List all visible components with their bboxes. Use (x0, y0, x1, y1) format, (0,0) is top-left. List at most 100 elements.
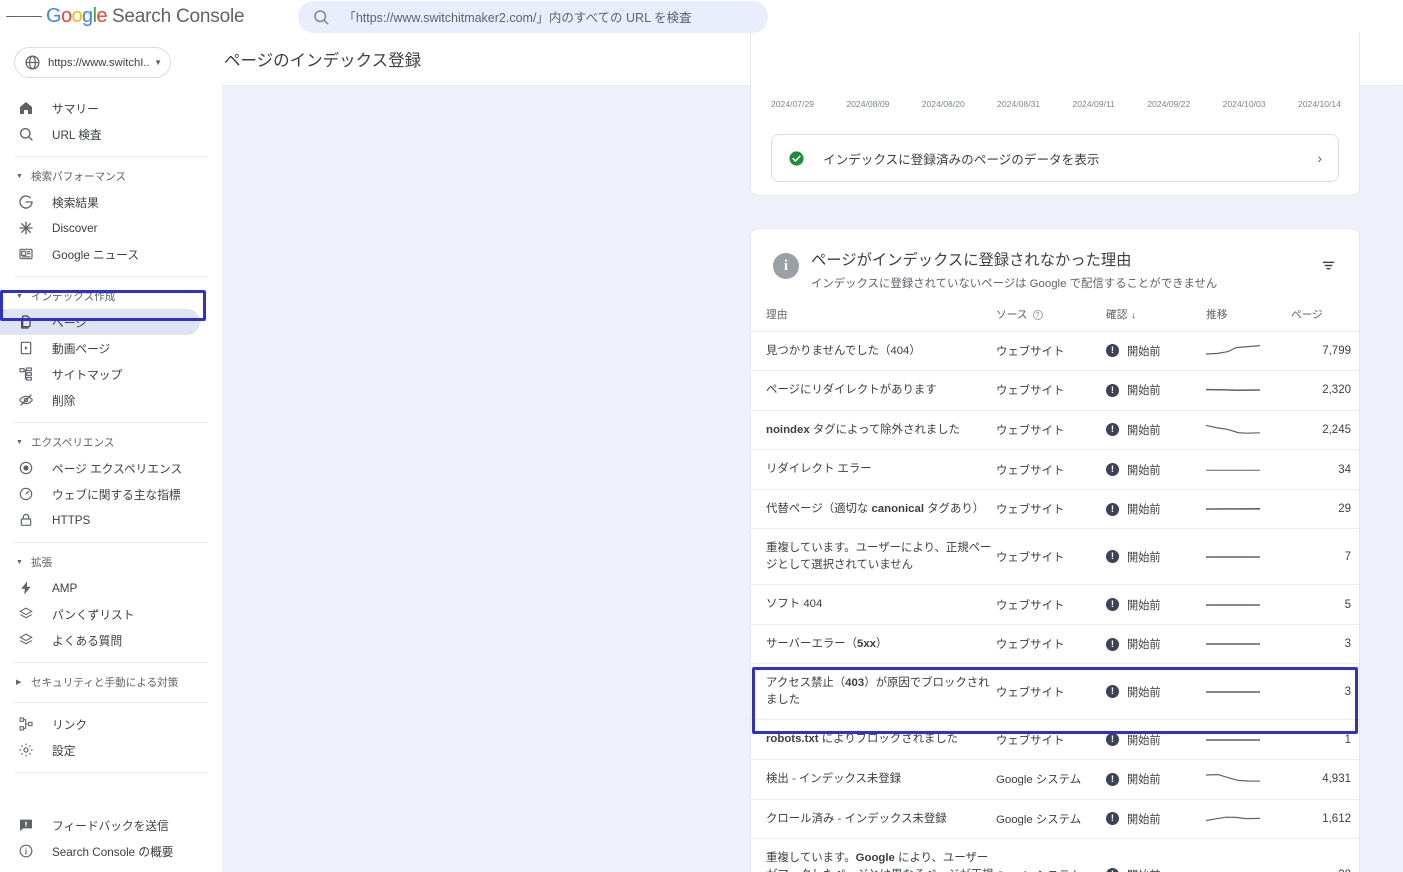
source-text: ウェブサイト (996, 663, 1106, 721)
table-header-row: 理由 ソース? 確認 ↓ 推移 ページ (751, 306, 1359, 332)
sidebar-section-indexing[interactable]: ▼ インデックス作成 (0, 285, 222, 307)
table-row[interactable]: アクセス禁止（403）が原因でブロックされました ウェブサイト ! 開始前 3 (751, 663, 1359, 721)
property-label: https://www.switchI... (48, 56, 151, 69)
sidebar-item-send-feedback[interactable]: フィードバックを送信 (0, 812, 200, 838)
status-badge: ! 開始前 (1106, 771, 1206, 787)
sidebar-item-label: AMP (52, 581, 78, 595)
sidebar-item-https[interactable]: HTTPS (0, 507, 200, 533)
trend-sparkline (1206, 816, 1260, 822)
sidebar-nav: サマリー URL 検査 ▼ 検索パフォーマンス 検索結果 Discover Go… (0, 95, 222, 773)
sidebar-section-search-performance[interactable]: ▼ 検索パフォーマンス (0, 165, 222, 187)
column-header-validation[interactable]: 確認 ↓ (1106, 306, 1206, 332)
table-row-discovered-not-indexed[interactable]: 検出 - インデックス未登録 Google システム ! 開始前 4,931 (751, 759, 1359, 800)
sidebar-item-page-experience[interactable]: ページ エクスペリエンス (0, 455, 200, 481)
trend-sparkline (1206, 469, 1260, 471)
sidebar-bottom-nav: フィードバックを送信 Search Console の概要 (0, 812, 222, 864)
sidebar-item-links[interactable]: リンク (0, 711, 200, 737)
source-text: ウェブサイト (996, 584, 1106, 625)
table-row[interactable]: ソフト 404 ウェブサイト ! 開始前 5 (751, 584, 1359, 625)
table-row[interactable]: robots.txt によりブロックされました ウェブサイト ! 開始前 1 (751, 719, 1359, 761)
sidebar-section-enhancements[interactable]: ▼ 拡張 (0, 551, 222, 573)
video-page-icon (16, 339, 35, 358)
sidebar-item-url-inspection[interactable]: URL 検査 (0, 121, 200, 147)
status-text: 開始前 (1127, 686, 1161, 699)
sidebar-item-search-results[interactable]: 検索結果 (0, 189, 200, 215)
sidebar-item-faq[interactable]: よくある質問 (0, 627, 200, 653)
table-row[interactable]: 重複しています。Google により、ユーザーがマークしたページとは異なるページ… (751, 838, 1359, 872)
sidebar-item-breadcrumbs[interactable]: パンくずリスト (0, 601, 200, 627)
col-label: ページ (1291, 308, 1323, 321)
trend-sparkline (1206, 508, 1260, 510)
trend-sparkline (1206, 774, 1260, 783)
property-selector[interactable]: https://www.switchI... ▼ (14, 47, 171, 78)
reason-prefix: noindex (766, 423, 810, 436)
pages-count: 2,320 (1322, 384, 1351, 397)
sidebar-item-label: Discover (52, 221, 98, 235)
status-badge: ! 開始前 (1106, 597, 1206, 613)
column-header-pages[interactable]: ページ (1291, 306, 1359, 332)
reason-emphasis: Google (855, 852, 895, 865)
table-row[interactable]: サーバーエラー（5xx） ウェブサイト ! 開始前 3 (751, 624, 1359, 665)
chevron-down-icon: ▼ (16, 438, 23, 446)
hamburger-icon[interactable] (6, 0, 42, 33)
sidebar-item-core-web-vitals[interactable]: ウェブに関する主な指標 (0, 481, 200, 507)
sidebar-section-experience[interactable]: ▼ エクスペリエンス (0, 431, 222, 453)
table-row[interactable]: noindex タグによって除外されました ウェブサイト ! 開始前 2,245 (751, 410, 1359, 451)
status-text: 開始前 (1127, 424, 1161, 437)
sidebar-section-label: インデックス作成 (31, 290, 116, 303)
reason-text: アクセス禁止（403）が原因でブロックされました (766, 675, 996, 708)
sidebar-item-sitemaps[interactable]: サイトマップ (0, 361, 200, 387)
sidebar-item-about-search-console[interactable]: Search Console の概要 (0, 838, 200, 864)
reason-text: noindex タグによって除外されました (766, 422, 996, 439)
source-text: Google システム (996, 838, 1106, 872)
alert-icon: ! (1106, 637, 1119, 651)
table-row[interactable]: 見つかりませんでした（404） ウェブサイト ! 開始前 7,799 (751, 331, 1359, 372)
search-input[interactable]: 「https://www.switchitmaker2.com/」内のすべての … (298, 0, 769, 33)
top-bar: Google Search Console 「https://www.switc… (0, 0, 1403, 33)
status-text: 開始前 (1127, 385, 1161, 398)
col-label: 理由 (766, 308, 788, 321)
table-row[interactable]: 代替ページ（適切な canonical タグあり） ウェブサイト ! 開始前 29 (751, 489, 1359, 530)
alert-icon: ! (1106, 463, 1119, 476)
axis-tick: 2024/09/11 (1072, 99, 1115, 109)
amp-icon (16, 579, 35, 598)
sidebar-item-removals[interactable]: 削除 (0, 387, 200, 413)
pages-count: 1 (1344, 733, 1351, 746)
sidebar-divider (14, 542, 208, 543)
sidebar-section-security[interactable]: ▶ セキュリティと手動による対策 (0, 671, 222, 693)
trend-sparkline (1206, 691, 1260, 693)
chevron-right-icon[interactable]: › (1317, 150, 1322, 166)
trend-sparkline (1206, 389, 1260, 392)
sidebar-item-settings[interactable]: 設定 (0, 737, 200, 763)
column-header-reason[interactable]: 理由 (751, 306, 996, 332)
reason-part: タグあり） (924, 502, 985, 515)
discover-icon (16, 219, 35, 238)
sidebar-item-pages[interactable]: ページ (0, 309, 200, 335)
content-scroll-area: 2024/07/29 2024/08/09 2024/08/20 2024/08… (222, 33, 1403, 872)
sidebar-item-label: 設定 (52, 744, 76, 758)
sidebar-item-video-pages[interactable]: 動画ページ (0, 335, 200, 361)
alert-icon: ! (1106, 423, 1119, 437)
trend-sparkline (1206, 643, 1260, 645)
table-row[interactable]: ページにリダイレクトがあります ウェブサイト ! 開始前 2,320 (751, 370, 1359, 411)
sidebar-item-google-news[interactable]: Google ニュース (0, 241, 200, 267)
help-icon[interactable]: ? (1032, 309, 1043, 320)
sidebar-item-amp[interactable]: AMP (0, 575, 200, 601)
filter-icon[interactable] (1311, 251, 1337, 274)
search-icon (16, 125, 35, 144)
sidebar-item-summary[interactable]: サマリー (0, 95, 200, 121)
table-row-crawled-not-indexed[interactable]: クロール済み - インデックス未登録 Google システム ! 開始前 1,61… (751, 799, 1359, 840)
brand-logo[interactable]: Google Search Console (46, 5, 245, 28)
sidebar-item-discover[interactable]: Discover (0, 215, 200, 241)
column-header-trend[interactable]: 推移 (1206, 306, 1291, 332)
reason-text: サーバーエラー（5xx） (766, 636, 996, 653)
gear-icon (16, 741, 35, 760)
column-header-source[interactable]: ソース? (996, 306, 1106, 332)
table-row[interactable]: リダイレクト エラー ウェブサイト ! 開始前 34 (751, 449, 1359, 490)
sidebar-item-label: ウェブに関する主な指標 (52, 488, 181, 502)
view-indexed-pages-banner[interactable]: インデックスに登録済みのページのデータを表示 › (771, 134, 1339, 182)
status-badge: ! 開始前 (1106, 422, 1206, 438)
table-row[interactable]: 重複しています。ユーザーにより、正規ページとして選択されていません ウェブサイト… (751, 528, 1359, 586)
reason-emphasis: robots.txt (766, 733, 819, 746)
sidebar-item-label: Google ニュース (52, 248, 140, 262)
